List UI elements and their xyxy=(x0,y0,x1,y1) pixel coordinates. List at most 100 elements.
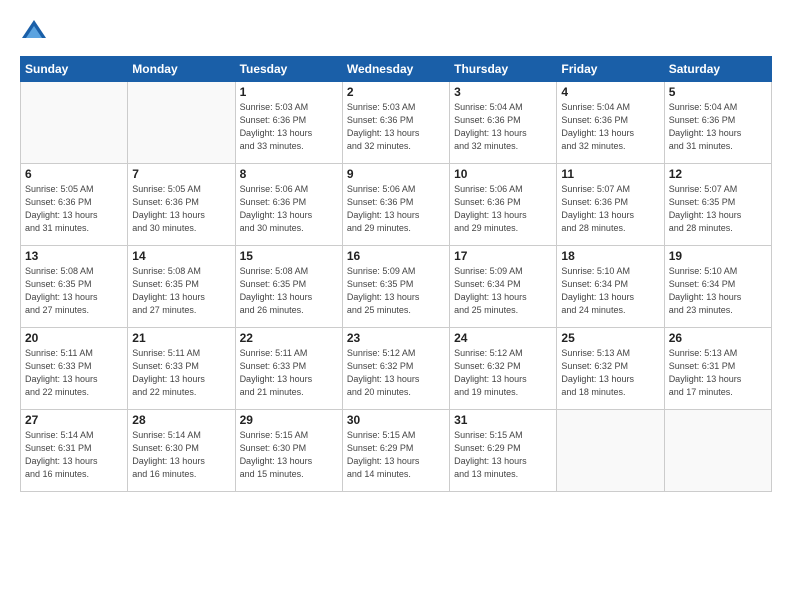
day-info: Sunrise: 5:12 AM Sunset: 6:32 PM Dayligh… xyxy=(454,347,552,399)
day-info: Sunrise: 5:05 AM Sunset: 6:36 PM Dayligh… xyxy=(132,183,230,235)
weekday-header-row: SundayMondayTuesdayWednesdayThursdayFrid… xyxy=(21,57,772,82)
day-number: 16 xyxy=(347,249,445,263)
day-number: 4 xyxy=(561,85,659,99)
calendar-week-2: 6 Sunrise: 5:05 AM Sunset: 6:36 PM Daylig… xyxy=(21,164,772,246)
day-number: 6 xyxy=(25,167,123,181)
calendar-cell: 10Sunrise: 5:06 AM Sunset: 6:36 PM Dayli… xyxy=(450,164,557,246)
day-info: Sunrise: 5:05 AM Sunset: 6:36 PM Dayligh… xyxy=(25,183,123,235)
weekday-header-saturday: Saturday xyxy=(664,57,771,82)
day-number: 22 xyxy=(240,331,338,345)
calendar-cell: 27 Sunrise: 5:14 AM Sunset: 6:31 PM Dayli… xyxy=(21,410,128,492)
day-info: Sunrise: 5:06 AM Sunset: 6:36 PM Dayligh… xyxy=(347,183,445,235)
calendar-cell: 1 Sunrise: 5:03 AM Sunset: 6:36 PM Daylig… xyxy=(235,82,342,164)
calendar-cell: 30 Sunrise: 5:15 AM Sunset: 6:29 PM Dayli… xyxy=(342,410,449,492)
day-number: 26 xyxy=(669,331,767,345)
day-number: 1 xyxy=(240,85,338,99)
calendar-cell: 4Sunrise: 5:04 AM Sunset: 6:36 PM Daylig… xyxy=(557,82,664,164)
weekday-header-thursday: Thursday xyxy=(450,57,557,82)
weekday-header-tuesday: Tuesday xyxy=(235,57,342,82)
day-info: Sunrise: 5:10 AM Sunset: 6:34 PM Dayligh… xyxy=(669,265,767,317)
day-info: Sunrise: 5:14 AM Sunset: 6:31 PM Dayligh… xyxy=(25,429,123,481)
calendar-cell: 28 Sunrise: 5:14 AM Sunset: 6:30 PM Dayli… xyxy=(128,410,235,492)
day-number: 29 xyxy=(240,413,338,427)
day-number: 8 xyxy=(240,167,338,181)
day-info: Sunrise: 5:04 AM Sunset: 6:36 PM Dayligh… xyxy=(669,101,767,153)
weekday-header-wednesday: Wednesday xyxy=(342,57,449,82)
day-info: Sunrise: 5:08 AM Sunset: 6:35 PM Dayligh… xyxy=(132,265,230,317)
day-number: 31 xyxy=(454,413,552,427)
day-info: Sunrise: 5:15 AM Sunset: 6:29 PM Dayligh… xyxy=(347,429,445,481)
day-number: 30 xyxy=(347,413,445,427)
calendar-cell: 2Sunrise: 5:03 AM Sunset: 6:36 PM Daylig… xyxy=(342,82,449,164)
day-number: 20 xyxy=(25,331,123,345)
calendar-cell: 20 Sunrise: 5:11 AM Sunset: 6:33 PM Dayli… xyxy=(21,328,128,410)
day-info: Sunrise: 5:04 AM Sunset: 6:36 PM Dayligh… xyxy=(454,101,552,153)
day-number: 3 xyxy=(454,85,552,99)
day-info: Sunrise: 5:13 AM Sunset: 6:32 PM Dayligh… xyxy=(561,347,659,399)
calendar-cell: 22 Sunrise: 5:11 AM Sunset: 6:33 PM Dayli… xyxy=(235,328,342,410)
day-info: Sunrise: 5:15 AM Sunset: 6:30 PM Dayligh… xyxy=(240,429,338,481)
day-number: 25 xyxy=(561,331,659,345)
day-info: Sunrise: 5:03 AM Sunset: 6:36 PM Dayligh… xyxy=(347,101,445,153)
calendar-cell: 8 Sunrise: 5:06 AM Sunset: 6:36 PM Daylig… xyxy=(235,164,342,246)
day-info: Sunrise: 5:09 AM Sunset: 6:35 PM Dayligh… xyxy=(347,265,445,317)
day-number: 15 xyxy=(240,249,338,263)
weekday-header-friday: Friday xyxy=(557,57,664,82)
day-info: Sunrise: 5:03 AM Sunset: 6:36 PM Dayligh… xyxy=(240,101,338,153)
calendar-week-4: 20 Sunrise: 5:11 AM Sunset: 6:33 PM Dayli… xyxy=(21,328,772,410)
day-number: 17 xyxy=(454,249,552,263)
weekday-header-monday: Monday xyxy=(128,57,235,82)
calendar-cell: 7Sunrise: 5:05 AM Sunset: 6:36 PM Daylig… xyxy=(128,164,235,246)
day-info: Sunrise: 5:07 AM Sunset: 6:36 PM Dayligh… xyxy=(561,183,659,235)
day-number: 11 xyxy=(561,167,659,181)
day-info: Sunrise: 5:08 AM Sunset: 6:35 PM Dayligh… xyxy=(240,265,338,317)
day-info: Sunrise: 5:11 AM Sunset: 6:33 PM Dayligh… xyxy=(25,347,123,399)
calendar-cell: 11 Sunrise: 5:07 AM Sunset: 6:36 PM Dayli… xyxy=(557,164,664,246)
day-number: 9 xyxy=(347,167,445,181)
calendar-cell: 17 Sunrise: 5:09 AM Sunset: 6:34 PM Dayli… xyxy=(450,246,557,328)
logo-icon xyxy=(20,18,48,46)
calendar-cell: 29 Sunrise: 5:15 AM Sunset: 6:30 PM Dayli… xyxy=(235,410,342,492)
calendar-cell: 12Sunrise: 5:07 AM Sunset: 6:35 PM Dayli… xyxy=(664,164,771,246)
calendar-cell xyxy=(664,410,771,492)
day-info: Sunrise: 5:08 AM Sunset: 6:35 PM Dayligh… xyxy=(25,265,123,317)
day-info: Sunrise: 5:13 AM Sunset: 6:31 PM Dayligh… xyxy=(669,347,767,399)
day-number: 13 xyxy=(25,249,123,263)
calendar-cell: 5Sunrise: 5:04 AM Sunset: 6:36 PM Daylig… xyxy=(664,82,771,164)
calendar-cell: 23 Sunrise: 5:12 AM Sunset: 6:32 PM Dayli… xyxy=(342,328,449,410)
calendar-cell: 21Sunrise: 5:11 AM Sunset: 6:33 PM Dayli… xyxy=(128,328,235,410)
day-info: Sunrise: 5:10 AM Sunset: 6:34 PM Dayligh… xyxy=(561,265,659,317)
day-number: 28 xyxy=(132,413,230,427)
day-number: 19 xyxy=(669,249,767,263)
calendar-cell xyxy=(557,410,664,492)
day-info: Sunrise: 5:06 AM Sunset: 6:36 PM Dayligh… xyxy=(240,183,338,235)
page: SundayMondayTuesdayWednesdayThursdayFrid… xyxy=(0,0,792,612)
day-info: Sunrise: 5:11 AM Sunset: 6:33 PM Dayligh… xyxy=(132,347,230,399)
header xyxy=(20,18,772,46)
day-info: Sunrise: 5:12 AM Sunset: 6:32 PM Dayligh… xyxy=(347,347,445,399)
calendar-cell: 9 Sunrise: 5:06 AM Sunset: 6:36 PM Daylig… xyxy=(342,164,449,246)
calendar-week-5: 27 Sunrise: 5:14 AM Sunset: 6:31 PM Dayli… xyxy=(21,410,772,492)
day-info: Sunrise: 5:11 AM Sunset: 6:33 PM Dayligh… xyxy=(240,347,338,399)
logo xyxy=(20,18,52,46)
calendar-cell: 31 Sunrise: 5:15 AM Sunset: 6:29 PM Dayli… xyxy=(450,410,557,492)
calendar-week-3: 13 Sunrise: 5:08 AM Sunset: 6:35 PM Dayli… xyxy=(21,246,772,328)
calendar-cell: 19 Sunrise: 5:10 AM Sunset: 6:34 PM Dayli… xyxy=(664,246,771,328)
day-number: 24 xyxy=(454,331,552,345)
calendar-cell: 18Sunrise: 5:10 AM Sunset: 6:34 PM Dayli… xyxy=(557,246,664,328)
day-number: 27 xyxy=(25,413,123,427)
calendar-cell xyxy=(21,82,128,164)
day-info: Sunrise: 5:14 AM Sunset: 6:30 PM Dayligh… xyxy=(132,429,230,481)
calendar-cell: 24 Sunrise: 5:12 AM Sunset: 6:32 PM Dayli… xyxy=(450,328,557,410)
calendar-week-1: 1 Sunrise: 5:03 AM Sunset: 6:36 PM Daylig… xyxy=(21,82,772,164)
day-number: 14 xyxy=(132,249,230,263)
calendar-cell: 26 Sunrise: 5:13 AM Sunset: 6:31 PM Dayli… xyxy=(664,328,771,410)
calendar-cell: 25 Sunrise: 5:13 AM Sunset: 6:32 PM Dayli… xyxy=(557,328,664,410)
day-info: Sunrise: 5:15 AM Sunset: 6:29 PM Dayligh… xyxy=(454,429,552,481)
day-number: 23 xyxy=(347,331,445,345)
day-info: Sunrise: 5:09 AM Sunset: 6:34 PM Dayligh… xyxy=(454,265,552,317)
calendar-cell xyxy=(128,82,235,164)
calendar-cell: 16 Sunrise: 5:09 AM Sunset: 6:35 PM Dayli… xyxy=(342,246,449,328)
day-number: 12 xyxy=(669,167,767,181)
weekday-header-sunday: Sunday xyxy=(21,57,128,82)
